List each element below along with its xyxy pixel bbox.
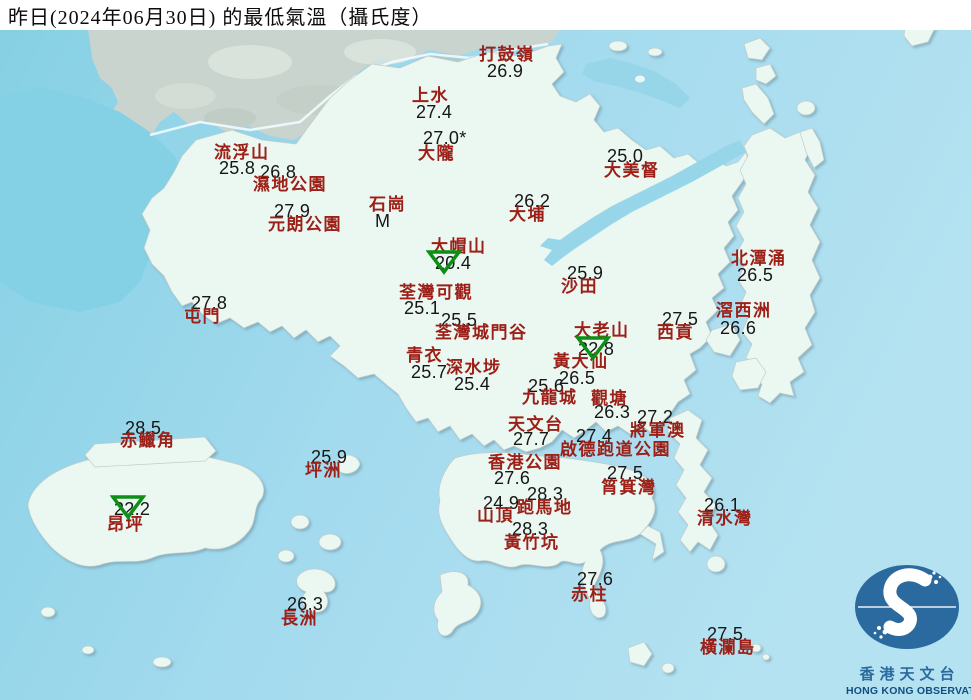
title-bar: 昨日(2024年06月30日) 的最低氣溫（攝氏度） [0,0,971,30]
hko-logo-chinese-name: 香港天文台 [846,663,968,684]
hko-logo-icon [851,560,963,656]
hko-logo-english-name: HONG KONG OBSERVATORY [846,685,968,697]
page-title: 昨日(2024年06月30日) 的最低氣溫（攝氏度） [0,1,432,30]
hong-kong-map [0,0,971,700]
hko-logo: 香港天文台 HONG KONG OBSERVATORY [846,560,968,697]
hko-min-temp-map-page: 昨日(2024年06月30日) 的最低氣溫（攝氏度） 26.9打鼓嶺27.4上水… [0,0,971,700]
